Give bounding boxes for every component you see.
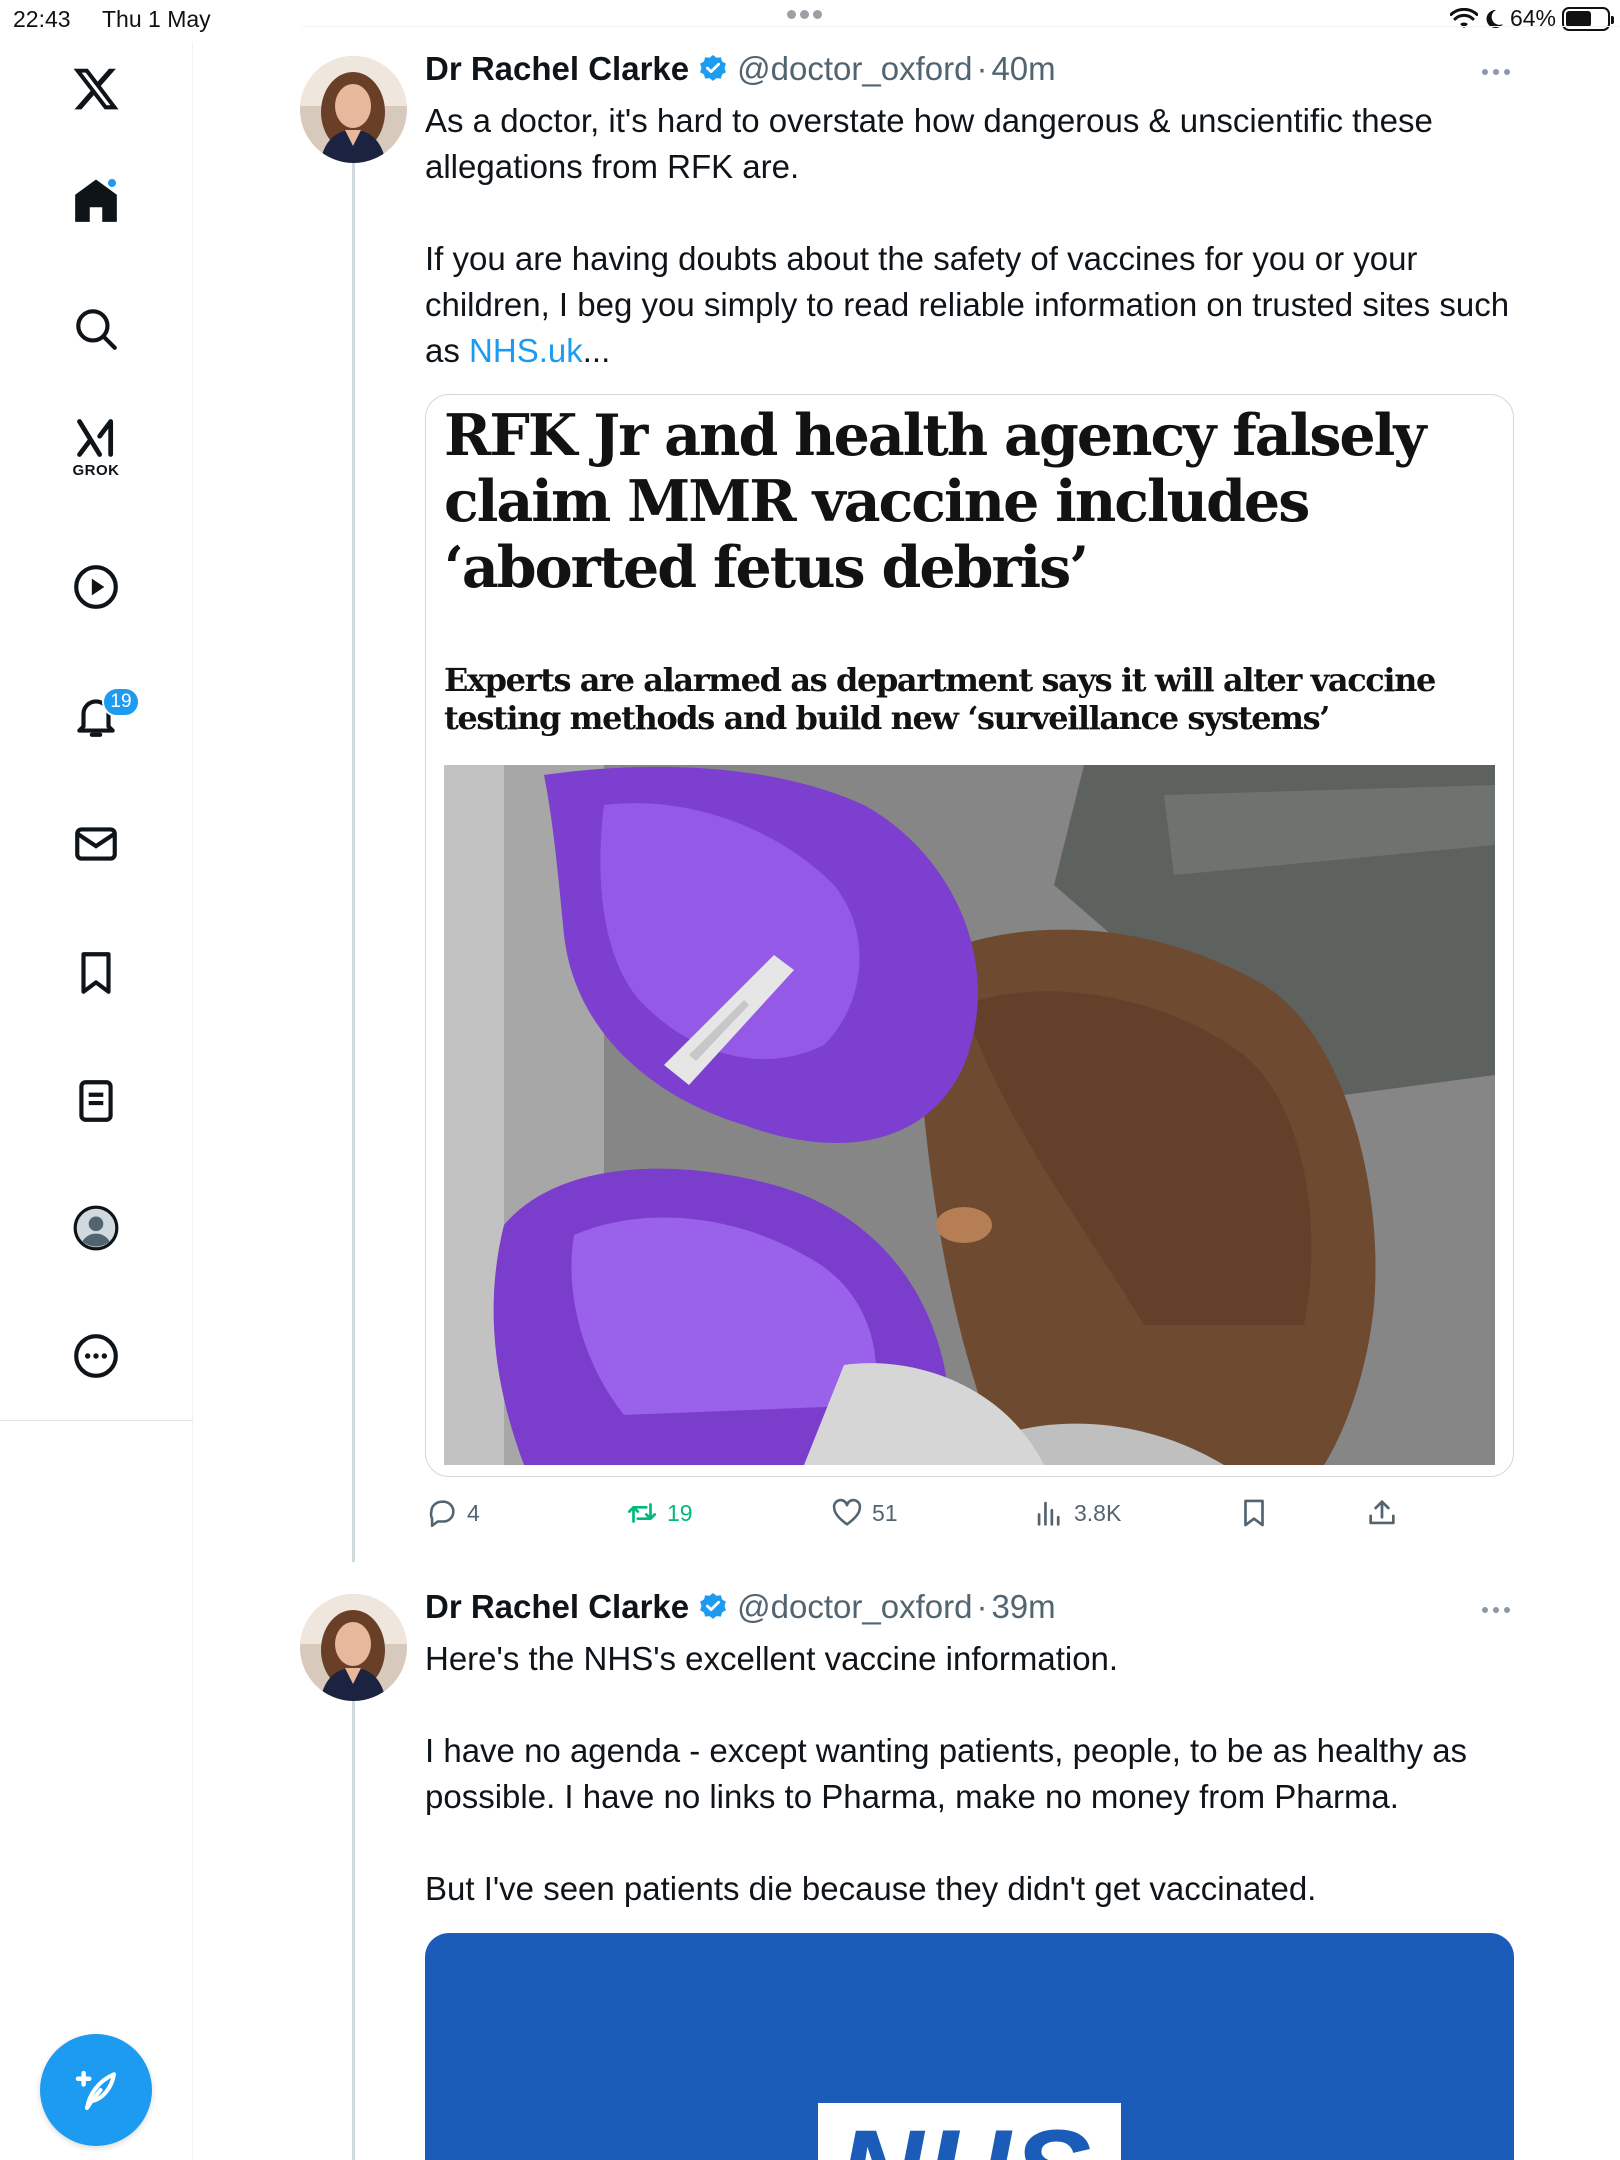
nhs-logo: NHS bbox=[818, 2103, 1121, 2160]
sidebar-item-lists[interactable] bbox=[59, 1064, 133, 1138]
status-bar: 22:43 Thu 1 May 64% bbox=[0, 0, 1620, 42]
verified-badge-icon[interactable] bbox=[697, 1591, 729, 1623]
lists-icon bbox=[79, 1080, 113, 1122]
retweet-icon bbox=[627, 1503, 657, 1523]
sidebar-nav: GROK 19 bbox=[0, 42, 193, 2160]
header-separator: · bbox=[976, 50, 988, 87]
more-options-icon[interactable] bbox=[1482, 69, 1510, 75]
link-preview-card[interactable]: RFK Jr and health agency falsely claim M… bbox=[425, 394, 1514, 1477]
bookmark-icon bbox=[1244, 1499, 1264, 1527]
home-unread-dot bbox=[106, 177, 118, 189]
share-button[interactable] bbox=[1365, 1496, 1399, 1530]
heart-icon bbox=[832, 1498, 862, 1526]
sidebar-item-more[interactable] bbox=[59, 1319, 133, 1393]
sidebar-item-messages[interactable] bbox=[59, 807, 133, 881]
sidebar-item-home[interactable] bbox=[59, 164, 133, 238]
like-count: 51 bbox=[872, 1499, 898, 1526]
verified-badge-icon[interactable] bbox=[697, 53, 729, 85]
share-upload-icon bbox=[1369, 1500, 1395, 1525]
retweet-count: 19 bbox=[667, 1499, 693, 1526]
nhs-logo-text: NHS bbox=[838, 2113, 1093, 2160]
reply-count: 4 bbox=[467, 1499, 480, 1526]
article-headline: RFK Jr and health agency falsely claim M… bbox=[444, 402, 1426, 601]
sidebar-item-search[interactable] bbox=[59, 292, 133, 366]
more-options-icon[interactable] bbox=[1482, 1607, 1510, 1613]
reply-button[interactable]: 4 bbox=[425, 1496, 480, 1530]
views-button[interactable]: 3.8K bbox=[1032, 1496, 1121, 1530]
tweet-body: As a doctor, it's hard to overstate how … bbox=[425, 98, 1525, 374]
nhs-link[interactable]: NHS.uk bbox=[469, 332, 583, 369]
nhs-link-card[interactable]: NHS bbox=[425, 1933, 1514, 2160]
tweet-paragraph: If you are having doubts about the safet… bbox=[425, 236, 1525, 374]
tweet-timestamp[interactable]: 40m bbox=[991, 50, 1055, 88]
tweet-header: Dr Rachel Clarke @doctor_oxford · 40m bbox=[425, 50, 1056, 88]
views-chart-icon bbox=[1037, 1501, 1060, 1526]
article-standfirst: Experts are alarmed as department says i… bbox=[444, 661, 1436, 737]
status-date: Thu 1 May bbox=[102, 6, 211, 32]
author-avatar[interactable] bbox=[300, 1594, 407, 1701]
messages-envelope-icon bbox=[75, 827, 117, 861]
tweet-paragraph: Here's the NHS's excellent vaccine infor… bbox=[425, 1640, 1119, 1677]
grok-label: GROK bbox=[72, 462, 120, 479]
x-logo-icon bbox=[73, 68, 119, 110]
battery-percent: 64% bbox=[1509, 5, 1556, 31]
tweet-paragraph: I have no agenda - except wanting patien… bbox=[425, 1732, 1468, 1815]
tweet-actions: 4 19 51 3.8K bbox=[425, 1496, 1525, 1536]
sidebar-item-bookmarks[interactable] bbox=[59, 936, 133, 1010]
view-count: 3.8K bbox=[1074, 1499, 1122, 1526]
sidebar-item-profile[interactable] bbox=[59, 1191, 133, 1265]
status-time: 22:43 bbox=[13, 6, 71, 32]
header-separator: · bbox=[976, 1588, 988, 1625]
status-indicators: 64% bbox=[1449, 5, 1614, 32]
bookmark-button[interactable] bbox=[1237, 1496, 1271, 1530]
reply-bubble-icon bbox=[429, 1500, 455, 1528]
multitasking-dots-icon[interactable] bbox=[787, 10, 822, 19]
bookmark-icon bbox=[81, 952, 111, 994]
like-button[interactable]: 51 bbox=[830, 1496, 898, 1530]
retweet-button[interactable]: 19 bbox=[625, 1496, 693, 1530]
video-play-icon bbox=[74, 565, 118, 609]
tweet-body: Here's the NHS's excellent vaccine infor… bbox=[425, 1636, 1525, 1912]
tweet-timestamp[interactable]: 39m bbox=[991, 1588, 1055, 1626]
article-image bbox=[444, 765, 1495, 1465]
author-avatar[interactable] bbox=[300, 56, 407, 163]
compose-post-button[interactable] bbox=[40, 2034, 152, 2146]
thread-connector bbox=[352, 162, 355, 1562]
top-divider bbox=[302, 26, 1620, 27]
author-name[interactable]: Dr Rachel Clarke bbox=[425, 50, 689, 88]
sidebar-divider bbox=[0, 1420, 193, 1421]
tweet-paragraph: As a doctor, it's hard to overstate how … bbox=[425, 102, 1433, 185]
notification-count-badge: 19 bbox=[102, 687, 140, 717]
grok-icon bbox=[77, 419, 114, 457]
tweet-header: Dr Rachel Clarke @doctor_oxford · 39m bbox=[425, 1588, 1056, 1626]
sidebar-item-grok[interactable]: GROK bbox=[59, 410, 133, 484]
sidebar-item-notifications[interactable]: 19 bbox=[59, 679, 140, 753]
thread-connector bbox=[352, 1700, 355, 2160]
tweet-ellipsis: ... bbox=[582, 332, 611, 369]
sidebar-item-x-logo[interactable] bbox=[59, 52, 133, 126]
author-handle[interactable]: @doctor_oxford bbox=[737, 1588, 972, 1626]
sidebar-item-video[interactable] bbox=[59, 550, 133, 624]
profile-avatar-icon bbox=[73, 1205, 119, 1251]
compose-feather-icon bbox=[75, 2070, 117, 2111]
more-circle-icon bbox=[74, 1334, 118, 1378]
author-name[interactable]: Dr Rachel Clarke bbox=[425, 1588, 689, 1626]
author-handle[interactable]: @doctor_oxford bbox=[737, 50, 972, 88]
tweet-paragraph: But I've seen patients die because they … bbox=[425, 1870, 1317, 1907]
search-icon bbox=[76, 309, 117, 350]
